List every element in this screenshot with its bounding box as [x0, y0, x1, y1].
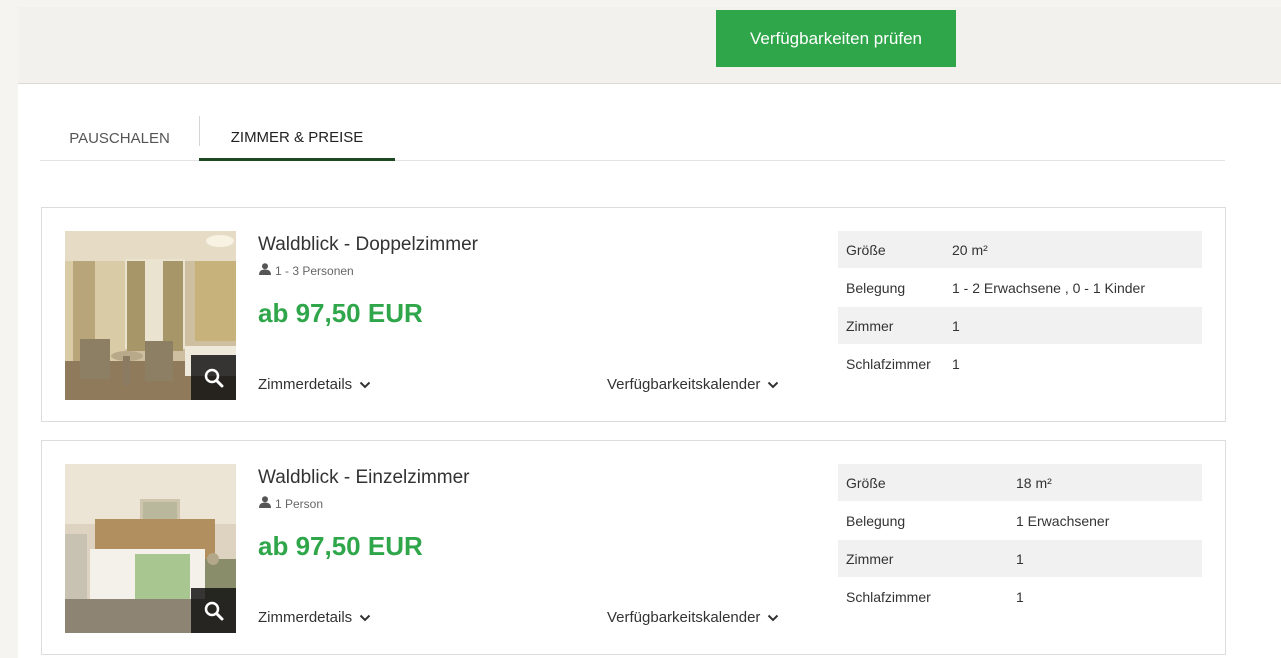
room-photo[interactable] — [65, 231, 236, 400]
capacity-label: 1 - 3 Personen — [275, 263, 354, 278]
availability-calendar-toggle[interactable]: Verfügbarkeitskalender — [607, 609, 779, 626]
room-capacity: 1 - 3 Personen — [258, 263, 354, 278]
top-bar — [18, 7, 1281, 84]
room-capacity: 1 Person — [258, 496, 323, 511]
check-availability-button[interactable]: Verfügbarkeiten prüfen — [716, 10, 956, 67]
room-details-toggle[interactable]: Zimmerdetails — [258, 376, 371, 393]
fact-row-bedrooms: Schlafzimmer 1 — [838, 345, 1202, 383]
chevron-down-icon — [359, 614, 371, 621]
fact-label: Größe — [846, 474, 886, 491]
fact-label: Schlafzimmer — [846, 355, 931, 372]
room-title: Waldblick - Einzelzimmer — [258, 467, 470, 488]
chevron-down-icon — [359, 381, 371, 388]
magnifier-icon[interactable] — [191, 355, 236, 400]
fact-value: 1 — [1016, 588, 1024, 605]
room-price: ab 97,50 EUR — [258, 531, 423, 561]
room-photo[interactable] — [65, 464, 236, 633]
magnifier-icon[interactable] — [191, 588, 236, 633]
fact-value: 1 — [1016, 550, 1024, 567]
room-title: Waldblick - Doppelzimmer — [258, 234, 478, 255]
availability-calendar-label: Verfügbarkeitskalender — [607, 376, 761, 393]
availability-calendar-label: Verfügbarkeitskalender — [607, 609, 761, 626]
fact-label: Zimmer — [846, 550, 894, 567]
fact-value: 1 — [952, 355, 960, 372]
fact-row-rooms: Zimmer 1 — [838, 540, 1202, 578]
fact-value: 1 - 2 Erwachsene , 0 - 1 Kinder — [952, 279, 1145, 296]
fact-row-rooms: Zimmer 1 — [838, 307, 1202, 345]
tab-zimmer-preise[interactable]: ZIMMER & PREISE — [199, 116, 395, 161]
fact-value: 1 — [952, 317, 960, 334]
fact-value: 1 Erwachsener — [1016, 512, 1110, 529]
person-icon — [258, 496, 272, 511]
fact-label: Zimmer — [846, 317, 894, 334]
person-icon — [258, 263, 272, 278]
chevron-down-icon — [768, 614, 779, 621]
fact-label: Schlafzimmer — [846, 588, 931, 605]
room-card: Waldblick - Doppelzimmer 1 - 3 Personen … — [41, 207, 1226, 422]
room-card: Waldblick - Einzelzimmer 1 Person ab 97,… — [41, 440, 1226, 655]
fact-row-bedrooms: Schlafzimmer 1 — [838, 578, 1202, 616]
chevron-down-icon — [768, 381, 779, 388]
fact-label: Belegung — [846, 512, 906, 529]
room-facts-table: Größe 20 m² Belegung 1 - 2 Erwachsene , … — [838, 231, 1202, 383]
fact-row-size: Größe 18 m² — [838, 464, 1202, 502]
fact-row-size: Größe 20 m² — [838, 231, 1202, 269]
room-price: ab 97,50 EUR — [258, 298, 423, 328]
fact-label: Größe — [846, 241, 886, 258]
tab-pauschalen[interactable]: PAUSCHALEN — [40, 116, 199, 161]
tab-bar: PAUSCHALEN ZIMMER & PREISE — [40, 116, 1225, 161]
room-facts-table: Größe 18 m² Belegung 1 Erwachsener Zimme… — [838, 464, 1202, 616]
fact-row-occupancy: Belegung 1 Erwachsener — [838, 502, 1202, 540]
fact-value: 18 m² — [1016, 474, 1052, 491]
room-details-toggle[interactable]: Zimmerdetails — [258, 609, 371, 626]
room-details-label: Zimmerdetails — [258, 609, 353, 626]
fact-value: 20 m² — [952, 241, 988, 258]
fact-row-occupancy: Belegung 1 - 2 Erwachsene , 0 - 1 Kinder — [838, 269, 1202, 307]
fact-label: Belegung — [846, 279, 906, 296]
capacity-label: 1 Person — [275, 496, 324, 511]
availability-calendar-toggle[interactable]: Verfügbarkeitskalender — [607, 376, 779, 393]
room-details-label: Zimmerdetails — [258, 376, 353, 393]
